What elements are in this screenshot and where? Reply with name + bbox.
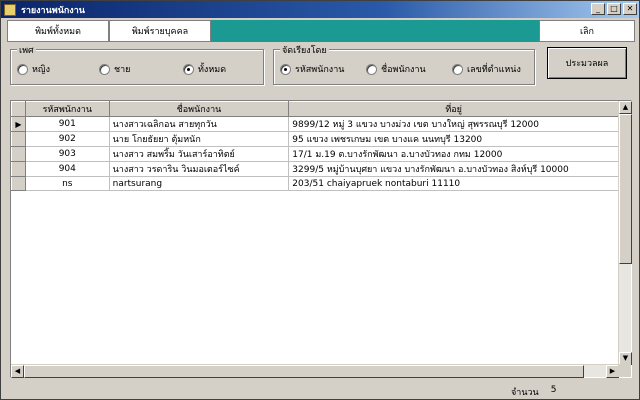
radio-sort-position-label: เลขที่ตำแหน่ง	[467, 65, 521, 75]
scroll-up-icon[interactable]: ▲	[619, 101, 632, 114]
radio-sort-position[interactable]: เลขที่ตำแหน่ง	[452, 62, 521, 76]
app-icon	[4, 3, 16, 16]
horizontal-scroll-thumb[interactable]	[24, 365, 584, 378]
process-button[interactable]: ประมวลผล	[547, 47, 627, 79]
employee-table: รหัสพนักงาน ชื่อพนักงาน ที่อยู่ ▶ 901 นา…	[11, 101, 619, 191]
radio-female-dot[interactable]	[17, 63, 28, 75]
row-indicator	[11, 131, 26, 147]
radio-male[interactable]: ชาย	[99, 62, 130, 76]
cell-name[interactable]: nartsurang	[109, 176, 290, 191]
col-header-address[interactable]: ที่อยู่	[288, 101, 619, 117]
cell-code[interactable]: 901	[25, 116, 110, 132]
table-row[interactable]: 902 นาย โกยธัยยา ตุ้มหนัก 95 แขวง เพชรเก…	[11, 131, 619, 147]
scroll-corner	[618, 364, 631, 377]
header-row: รหัสพนักงาน ชื่อพนักงาน ที่อยู่	[11, 101, 619, 117]
cell-address[interactable]: 203/51 chaiyapruek nontaburi 11110	[288, 176, 619, 191]
sort-group: จัดเรียงโดย รหัสพนักงาน ชื่อพนักงาน เลขท…	[273, 43, 535, 85]
print-all-button[interactable]: พิมพ์ทั้งหมด	[7, 20, 109, 42]
cell-name[interactable]: นาย โกยธัยยา ตุ้มหนัก	[109, 131, 290, 147]
radio-sort-name[interactable]: ชื่อพนักงาน	[366, 62, 426, 76]
radio-sort-name-label: ชื่อพนักงาน	[381, 65, 426, 75]
title-bar[interactable]: รายงานพนักงาน _ □ ✕	[1, 1, 639, 18]
radio-sort-code[interactable]: รหัสพนักงาน	[280, 62, 344, 76]
radio-all[interactable]: ทั้งหมด	[183, 62, 226, 76]
scroll-left-icon[interactable]: ◀	[11, 365, 24, 378]
minimize-icon[interactable]: _	[591, 3, 605, 15]
cell-name[interactable]: นางสาว สมพริ้ม วันเสาร์อาทิตย์	[109, 146, 290, 162]
cell-code[interactable]: 904	[25, 161, 110, 177]
radio-sort-name-dot[interactable]	[366, 63, 377, 75]
cell-name[interactable]: นางสาว วรดาริน วินมอเตอร์ไซค์	[109, 161, 290, 177]
window-controls: _ □ ✕	[591, 3, 637, 15]
cell-address[interactable]: 3299/5 หมู่บ้านบุศยา แขวง บางรักพัฒนา อ.…	[288, 161, 619, 177]
radio-sort-code-label: รหัสพนักงาน	[295, 65, 345, 75]
report-window: รายงานพนักงาน _ □ ✕ พิมพ์ทั้งหมด พิมพ์รา…	[0, 0, 640, 400]
radio-male-dot[interactable]	[99, 63, 110, 75]
row-pointer-icon: ▶	[11, 116, 26, 132]
vertical-scroll-thumb[interactable]	[619, 114, 632, 264]
horizontal-scrollbar[interactable]: ◀ ▶	[11, 364, 619, 378]
cell-address[interactable]: 17/1 ม.19 ต.บางรักพัฒนา อ.บางบัวทอง กทม …	[288, 146, 619, 162]
col-header-code[interactable]: รหัสพนักงาน	[24, 101, 110, 117]
table-row[interactable]: ns nartsurang 203/51 chaiyapruek nontabu…	[11, 176, 619, 191]
radio-female-label: หญิง	[32, 65, 50, 75]
radio-sort-code-dot[interactable]	[280, 63, 291, 75]
row-indicator	[11, 176, 26, 191]
employee-grid[interactable]: รหัสพนักงาน ชื่อพนักงาน ที่อยู่ ▶ 901 นา…	[10, 100, 632, 378]
cell-code[interactable]: ns	[25, 176, 110, 191]
row-indicator	[11, 146, 26, 162]
radio-female[interactable]: หญิง	[17, 62, 50, 76]
record-count: จำนวน 5	[511, 385, 556, 399]
table-row[interactable]: 903 นางสาว สมพริ้ม วันเสาร์อาทิตย์ 17/1 …	[11, 146, 619, 162]
vertical-scrollbar[interactable]: ▲ ▼	[618, 101, 632, 365]
radio-all-dot[interactable]	[183, 63, 194, 75]
row-indicator	[11, 161, 26, 177]
close-icon[interactable]: ✕	[623, 3, 637, 15]
header-indicator	[11, 101, 26, 117]
col-header-name[interactable]: ชื่อพนักงาน	[108, 101, 290, 117]
gender-group-legend: เพศ	[17, 43, 36, 57]
toolbar: พิมพ์ทั้งหมด พิมพ์รายบุคคล เลิก	[7, 20, 635, 42]
cancel-button[interactable]: เลิก	[539, 20, 635, 42]
radio-sort-position-dot[interactable]	[452, 63, 463, 75]
window-title: รายงานพนักงาน	[21, 5, 85, 16]
cell-code[interactable]: 902	[25, 131, 110, 147]
maximize-icon[interactable]: □	[607, 3, 621, 15]
cell-code[interactable]: 903	[25, 146, 110, 162]
cell-address[interactable]: 95 แขวง เพชรเกษม เขต บางแค นนทบุรี 13200	[288, 131, 619, 147]
radio-all-label: ทั้งหมด	[198, 65, 227, 75]
cell-name[interactable]: นางสาวเฉลิกอน สายทุกวัน	[109, 116, 290, 132]
count-value: 5	[550, 385, 557, 395]
print-person-button[interactable]: พิมพ์รายบุคคล	[109, 20, 211, 42]
sort-group-legend: จัดเรียงโดย	[280, 43, 329, 57]
radio-male-label: ชาย	[114, 65, 131, 75]
cell-address[interactable]: 9899/12 หมู่ 3 แขวง บางม่วง เขต บางใหญ่ …	[288, 116, 619, 132]
table-row[interactable]: ▶ 901 นางสาวเฉลิกอน สายทุกวัน 9899/12 หม…	[11, 116, 619, 132]
count-label: จำนวน	[511, 388, 539, 398]
grid-body: รหัสพนักงาน ชื่อพนักงาน ที่อยู่ ▶ 901 นา…	[11, 101, 619, 365]
table-row[interactable]: 904 นางสาว วรดาริน วินมอเตอร์ไซค์ 3299/5…	[11, 161, 619, 177]
gender-group: เพศ หญิง ชาย ทั้งหมด	[10, 43, 264, 85]
